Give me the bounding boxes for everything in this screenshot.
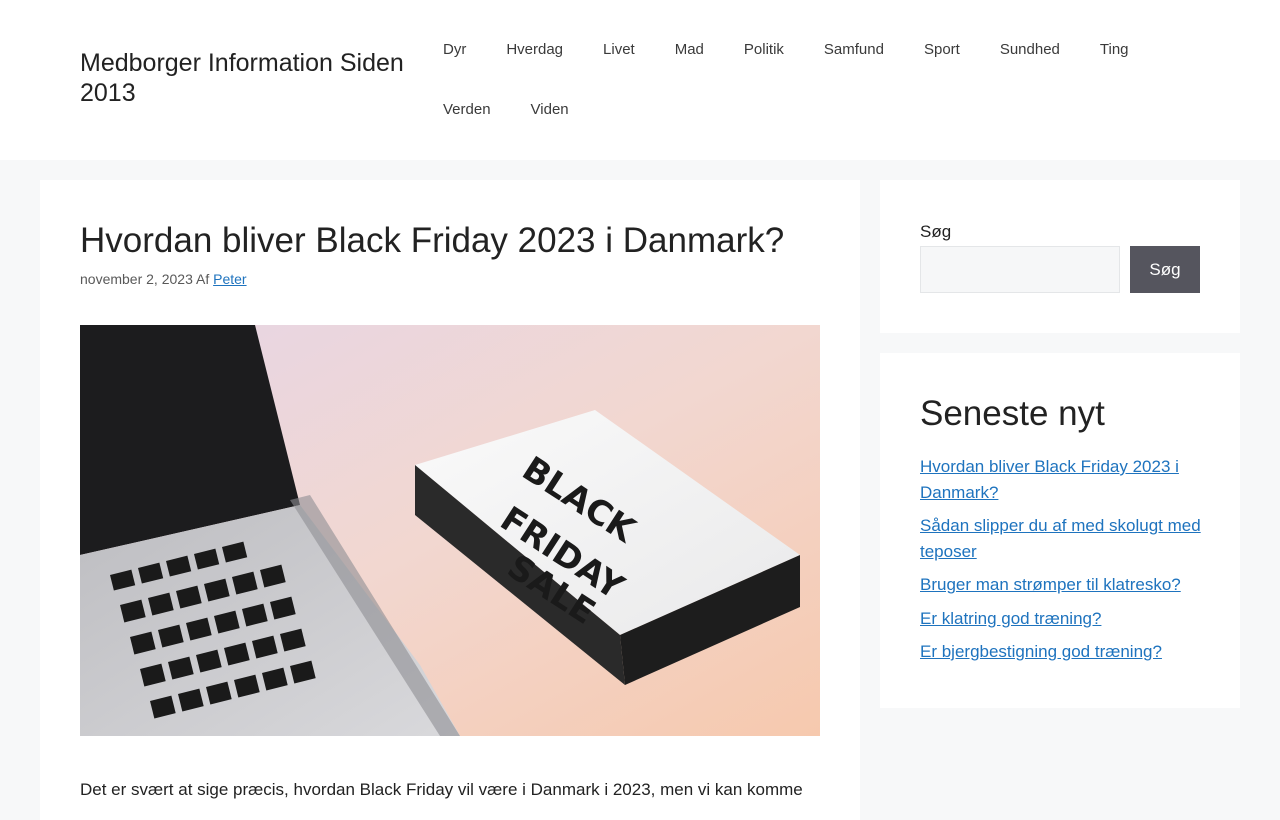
nav-item-livet[interactable]: Livet: [583, 20, 655, 80]
recent-post-link[interactable]: Bruger man strømper til klatresko?: [920, 575, 1181, 594]
nav-item-ting[interactable]: Ting: [1080, 20, 1149, 80]
recent-post-link[interactable]: Er klatring god træning?: [920, 609, 1101, 628]
nav-item-dyr[interactable]: Dyr: [423, 20, 486, 80]
recent-post-link[interactable]: Sådan slipper du af med skolugt med tepo…: [920, 516, 1201, 561]
site-header: Medborger Information Siden 2013 Dyr Hve…: [0, 0, 1280, 160]
nav-item-viden[interactable]: Viden: [511, 80, 589, 140]
post-author-link[interactable]: Peter: [213, 271, 246, 287]
recent-posts-widget: Seneste nyt Hvordan bliver Black Friday …: [880, 353, 1240, 708]
featured-image[interactable]: BLACK FRIDAY SALE: [80, 325, 820, 736]
search-widget: Søg Søg: [880, 180, 1240, 333]
nav-item-verden[interactable]: Verden: [423, 80, 511, 140]
list-item: Sådan slipper du af med skolugt med tepo…: [920, 513, 1205, 564]
post-meta: november 2, 2023 Af Peter: [80, 270, 247, 288]
search-button[interactable]: Søg: [1130, 246, 1200, 293]
post-article: Hvordan bliver Black Friday 2023 i Danma…: [40, 180, 860, 820]
list-item: Bruger man strømper til klatresko?: [920, 572, 1205, 598]
nav-item-politik[interactable]: Politik: [724, 20, 804, 80]
recent-post-link[interactable]: Er bjergbestigning god træning?: [920, 642, 1162, 661]
main-navigation: Dyr Hverdag Livet Mad Politik Samfund Sp…: [423, 20, 1200, 140]
list-item: Er bjergbestigning god træning?: [920, 639, 1205, 665]
post-date: november 2, 2023: [80, 271, 193, 287]
nav-item-hverdag[interactable]: Hverdag: [486, 20, 583, 80]
nav-item-mad[interactable]: Mad: [655, 20, 724, 80]
list-item: Er klatring god træning?: [920, 606, 1205, 632]
list-item: Hvordan bliver Black Friday 2023 i Danma…: [920, 454, 1205, 505]
nav-item-samfund[interactable]: Samfund: [804, 20, 904, 80]
post-excerpt: Det er svært at sige præcis, hvordan Bla…: [80, 780, 803, 799]
post-author-prefix: Af: [195, 271, 210, 287]
nav-item-sundhed[interactable]: Sundhed: [980, 20, 1080, 80]
recent-post-link[interactable]: Hvordan bliver Black Friday 2023 i Danma…: [920, 457, 1179, 502]
post-title: Hvordan bliver Black Friday 2023 i Danma…: [80, 221, 785, 260]
nav-item-sport[interactable]: Sport: [904, 20, 980, 80]
recent-posts-title: Seneste nyt: [920, 394, 1105, 433]
site-title-link[interactable]: Medborger Information Siden 2013: [80, 48, 420, 108]
search-label: Søg: [920, 222, 952, 241]
search-input[interactable]: [920, 246, 1120, 293]
recent-posts-list: Hvordan bliver Black Friday 2023 i Danma…: [920, 454, 1205, 673]
